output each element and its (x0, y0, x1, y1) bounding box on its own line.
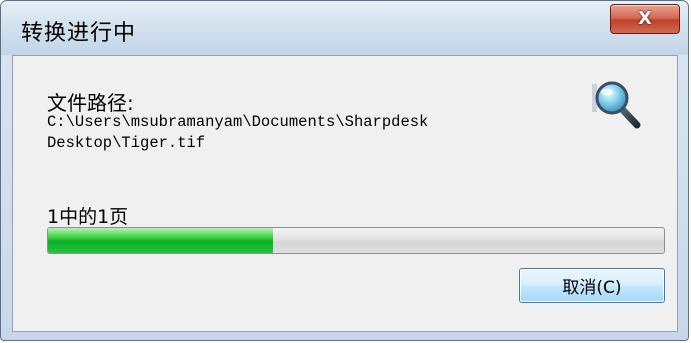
search-icon (592, 81, 641, 129)
file-path-value: C:\Users\msubramanyam\Documents\Sharpdes… (47, 112, 567, 154)
close-icon: X (638, 8, 652, 29)
progress-fill (48, 228, 273, 253)
cancel-button[interactable]: 取消(C) (519, 268, 665, 303)
dialog-window: 转换进行中 X 文件路径: C:\Users\msubramanyam\Docu… (0, 0, 689, 341)
page-progress-text: 1中的1页 (47, 206, 129, 228)
close-button[interactable]: X (610, 4, 680, 34)
dialog-content: 文件路径: C:\Users\msubramanyam\Documents\Sh… (12, 55, 678, 332)
title-bar[interactable]: 转换进行中 X (1, 1, 688, 55)
file-path-line: C:\Users\msubramanyam\Documents\Sharpdes… (47, 113, 429, 131)
file-path-line: Desktop\Tiger.tif (47, 134, 206, 152)
progress-bar (47, 227, 665, 254)
window-title: 转换进行中 (21, 21, 137, 46)
